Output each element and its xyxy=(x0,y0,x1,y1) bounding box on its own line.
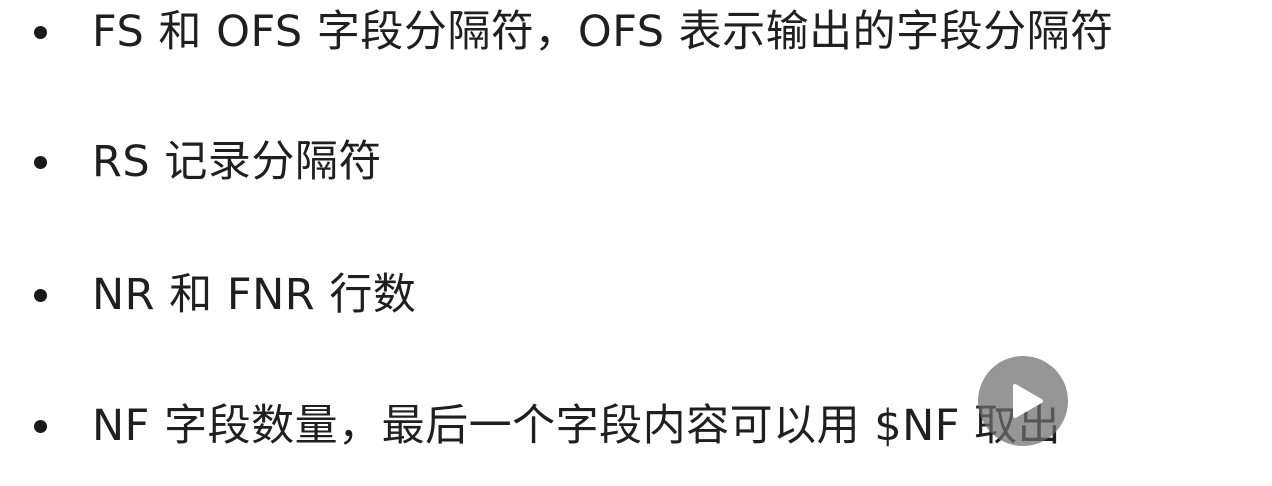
bullet-dot-icon xyxy=(34,419,47,433)
bullet-dot-icon xyxy=(34,288,47,302)
play-button[interactable] xyxy=(978,356,1068,446)
bullet-dot-icon xyxy=(34,155,47,169)
bullet-text: NF 字段数量，最后一个字段内容可以用 $NF 取出 xyxy=(92,401,1062,451)
bullet-text: RS 记录分隔符 xyxy=(92,137,382,187)
bullet-text: NR 和 FNR 行数 xyxy=(92,270,417,320)
bullet-dot-icon xyxy=(34,25,47,39)
slide: FS 和 OFS 字段分隔符，OFS 表示输出的字段分隔符 RS 记录分隔符 N… xyxy=(0,0,1272,486)
bullet-text: FS 和 OFS 字段分隔符，OFS 表示输出的字段分隔符 xyxy=(92,7,1114,57)
play-icon xyxy=(1013,384,1043,418)
